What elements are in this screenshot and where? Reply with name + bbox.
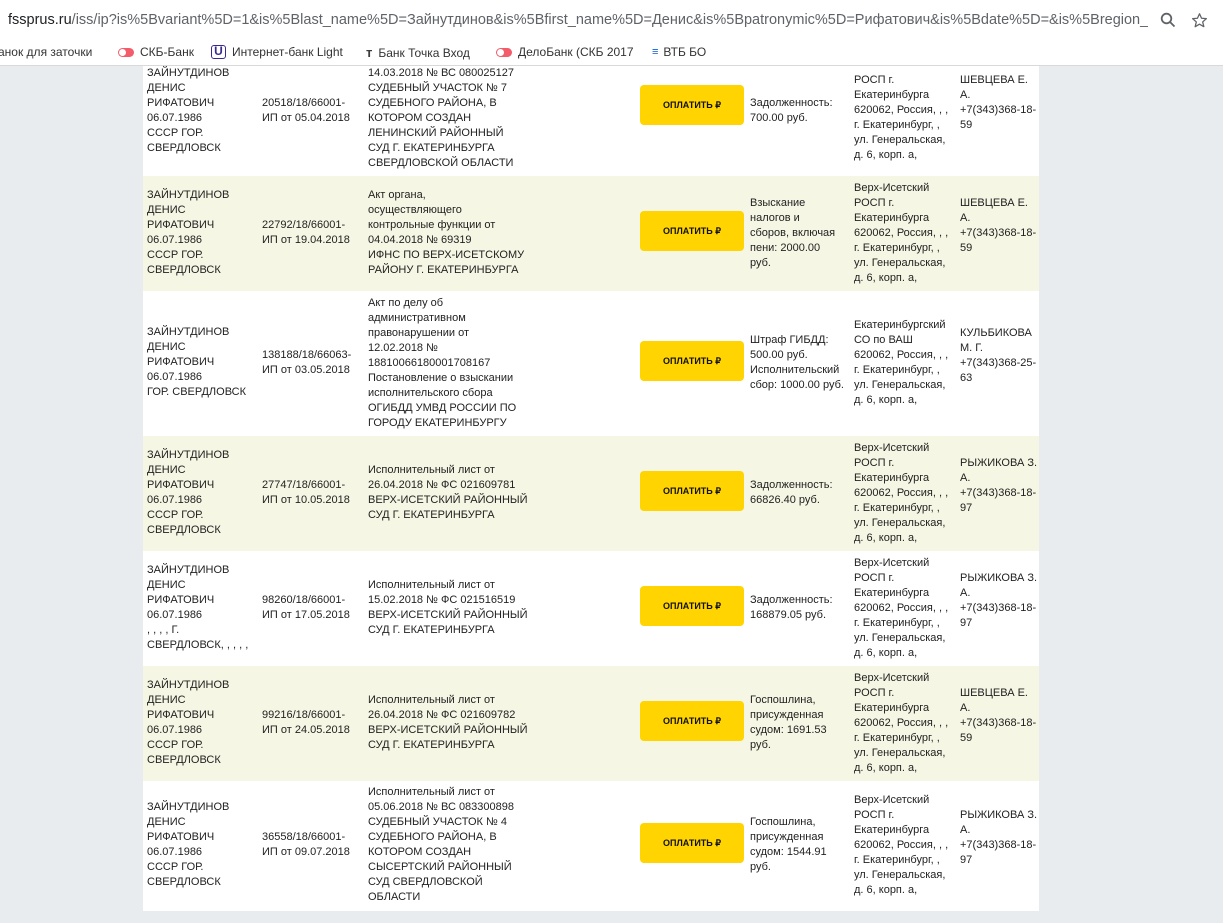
bailiff-cell: ШЕВЦЕВА Е. А. +7(343)368-18- 59: [960, 687, 1037, 744]
url-path: /iss/ip?is%5Bvariant%5D=1&is%5Blast_name…: [71, 12, 1148, 28]
subject-cell: Задолженность: 700.00 руб.: [750, 97, 833, 124]
bookmark-label: ДелоБанк (СКБ 2017: [518, 45, 634, 59]
bookmark-internet-bank-light[interactable]: U Интернет-банк Light: [211, 45, 343, 59]
bookmark-label: анок для заточки: [0, 45, 93, 59]
department-cell: Верх-Исетский РОСП г. Екатеринбурга 620062,…: [854, 557, 949, 659]
subject-cell: Взыскание налогов и сборов, включая пени: 2…: [750, 197, 836, 269]
bookmark-sharpening[interactable]: анок для заточки: [0, 45, 98, 59]
bookmarks-bar: анок для заточки СКБ-Банк U Интернет-бан…: [0, 40, 1223, 66]
pay-button[interactable]: ОПЛАТИТЬ ₽: [640, 471, 744, 511]
subject-cell: Штраф ГИБДД: 500.00 руб. Исполнительский сб…: [750, 334, 844, 391]
bailiff-cell: РЫЖИКОВА З. А. +7(343)368-18- 97: [960, 809, 1038, 866]
document-cell: 14.03.2018 № ВС 080025127 СУДЕБНЫЙ УЧАСТО…: [368, 67, 514, 169]
department-cell: Екатеринбургский СО по ВАШ 620062, Россия,…: [854, 319, 949, 406]
results-table: ЗАЙНУТДИНОВ ДЕНИС РИФАТОВИЧ 06.07.1986 СССР …: [143, 66, 1039, 911]
proceeding-cell: 22792/18/66001- ИП от 19.04.2018: [262, 219, 350, 246]
subject-cell: Госпошлина, присужденная судом: 1544.91 руб…: [750, 816, 827, 873]
ub-icon: U: [211, 45, 226, 59]
bailiff-cell: КУЛЬБИКОВА М. Г. +7(343)368-25- 63: [960, 327, 1037, 384]
bailiff-cell: РЫЖИКОВА З. А. +7(343)368-18- 97: [960, 457, 1038, 514]
subject-cell: Задолженность: 168879.05 руб.: [750, 594, 833, 621]
table-row: ЗАЙНУТДИНОВ ДЕНИС РИФАТОВИЧ 06.07.1986 СССР …: [143, 781, 1039, 911]
pay-button[interactable]: ОПЛАТИТЬ ₽: [640, 701, 744, 741]
proceeding-cell: 99216/18/66001- ИП от 24.05.2018: [262, 709, 350, 736]
pay-button[interactable]: ОПЛАТИТЬ ₽: [640, 586, 744, 626]
department-cell: Верх-Исетский РОСП г. Екатеринбурга 620062,…: [854, 442, 949, 544]
toggle-icon: [496, 47, 512, 57]
bailiff-cell: ШЕВЦЕВА Е. А. +7(343)368-18- 59: [960, 197, 1037, 254]
star-icon[interactable]: [1189, 10, 1209, 30]
table-row: ЗАЙНУТДИНОВ ДЕНИС РИФАТОВИЧ 06.07.1986 СССР …: [143, 666, 1039, 781]
subject-cell: Госпошлина, присужденная судом: 1691.53 руб…: [750, 694, 827, 751]
table-row: ЗАЙНУТДИНОВ ДЕНИС РИФАТОВИЧ 06.07.1986 СССР …: [143, 66, 1039, 176]
document-cell: Исполнительный лист от 26.04.2018 № ФС 02…: [368, 464, 528, 521]
bookmark-label: Банк Точка Вход: [378, 45, 470, 60]
department-cell: Верх-Исетский РОСП г. Екатеринбурга 620062,…: [854, 182, 949, 284]
bailiff-cell: ШЕВЦЕВА Е. А. +7(343)368-18- 59: [960, 74, 1037, 131]
document-cell: Исполнительный лист от 05.06.2018 № ВС 08…: [368, 786, 514, 903]
debtor-cell: ЗАЙНУТДИНОВ ДЕНИС РИФАТОВИЧ 06.07.1986 СССР …: [147, 801, 230, 888]
department-cell: РОСП г. Екатеринбурга 620062, Россия, , ,г…: [854, 74, 949, 161]
table-row: ЗАЙНУТДИНОВ ДЕНИС РИФАТОВИЧ 06.07.1986 СССР …: [143, 436, 1039, 551]
table-row: ЗАЙНУТДИНОВ ДЕНИС РИФАТОВИЧ 06.07.1986 ГОР. …: [143, 291, 1039, 436]
debtor-cell: ЗАЙНУТДИНОВ ДЕНИС РИФАТОВИЧ 06.07.1986 СССР …: [147, 189, 230, 276]
search-icon[interactable]: [1158, 10, 1178, 30]
proceeding-cell: 36558/18/66001- ИП от 09.07.2018: [262, 831, 350, 858]
proceeding-cell: 138188/18/66063- ИП от 03.05.2018: [262, 349, 352, 376]
subject-cell: Задолженность: 66826.40 руб.: [750, 479, 833, 506]
proceeding-cell: 27747/18/66001- ИП от 10.05.2018: [262, 479, 350, 506]
bookmark-delobank[interactable]: ДелоБанк (СКБ 2017: [496, 45, 634, 59]
debtor-cell: ЗАЙНУТДИНОВ ДЕНИС РИФАТОВИЧ 06.07.1986, , ,…: [147, 564, 249, 651]
bookmark-tochka-bank[interactable]: т Банк Точка Вход: [366, 45, 470, 60]
vtb-icon: ≡: [652, 46, 659, 58]
url-text[interactable]: fssprus.ru/iss/ip?is%5Bvariant%5D=1&is%5…: [8, 12, 1148, 28]
bookmark-label: СКБ-Банк: [140, 45, 194, 59]
table-row: ЗАЙНУТДИНОВ ДЕНИС РИФАТОВИЧ 06.07.1986 СССР …: [143, 176, 1039, 291]
document-cell: Исполнительный лист от 15.02.2018 № ФС 02…: [368, 579, 528, 636]
tochka-icon: т: [366, 45, 373, 60]
url-host: fssprus.ru: [8, 12, 72, 28]
department-cell: Верх-Исетский РОСП г. Екатеринбурга 620062,…: [854, 794, 949, 896]
address-bar[interactable]: fssprus.ru/iss/ip?is%5Bvariant%5D=1&is%5…: [0, 0, 1223, 40]
pay-button[interactable]: ОПЛАТИТЬ ₽: [640, 211, 744, 251]
document-cell: Акт органа, осуществляющего контрольные фу…: [368, 189, 525, 276]
department-cell: Верх-Исетский РОСП г. Екатеринбурга 620062,…: [854, 672, 949, 774]
pay-button[interactable]: ОПЛАТИТЬ ₽: [640, 85, 744, 125]
debtor-cell: ЗАЙНУТДИНОВ ДЕНИС РИФАТОВИЧ 06.07.1986 СССР …: [147, 67, 230, 154]
bookmark-label: Интернет-банк Light: [232, 45, 343, 59]
document-cell: Акт по делу об административном правонаруш…: [368, 297, 517, 429]
debtor-cell: ЗАЙНУТДИНОВ ДЕНИС РИФАТОВИЧ 06.07.1986 СССР …: [147, 679, 230, 766]
toggle-icon: [118, 47, 134, 57]
debtor-cell: ЗАЙНУТДИНОВ ДЕНИС РИФАТОВИЧ 06.07.1986 СССР …: [147, 449, 230, 536]
table-row: ЗАЙНУТДИНОВ ДЕНИС РИФАТОВИЧ 06.07.1986, , ,…: [143, 551, 1039, 666]
proceeding-cell: 98260/18/66001- ИП от 17.05.2018: [262, 594, 350, 621]
proceeding-cell: 20518/18/66001- ИП от 05.04.2018: [262, 97, 350, 124]
debtor-cell: ЗАЙНУТДИНОВ ДЕНИС РИФАТОВИЧ 06.07.1986 ГОР. …: [147, 326, 247, 398]
pay-button[interactable]: ОПЛАТИТЬ ₽: [640, 823, 744, 863]
bailiff-cell: РЫЖИКОВА З. А. +7(343)368-18- 97: [960, 572, 1038, 629]
bookmark-label: ВТБ БО: [663, 45, 707, 59]
bookmark-vtb-bo[interactable]: ≡ ВТБ БО: [652, 45, 706, 59]
document-cell: Исполнительный лист от 26.04.2018 № ФС 02…: [368, 694, 528, 751]
pay-button[interactable]: ОПЛАТИТЬ ₽: [640, 341, 744, 381]
bookmark-skb-bank[interactable]: СКБ-Банк: [118, 45, 194, 59]
